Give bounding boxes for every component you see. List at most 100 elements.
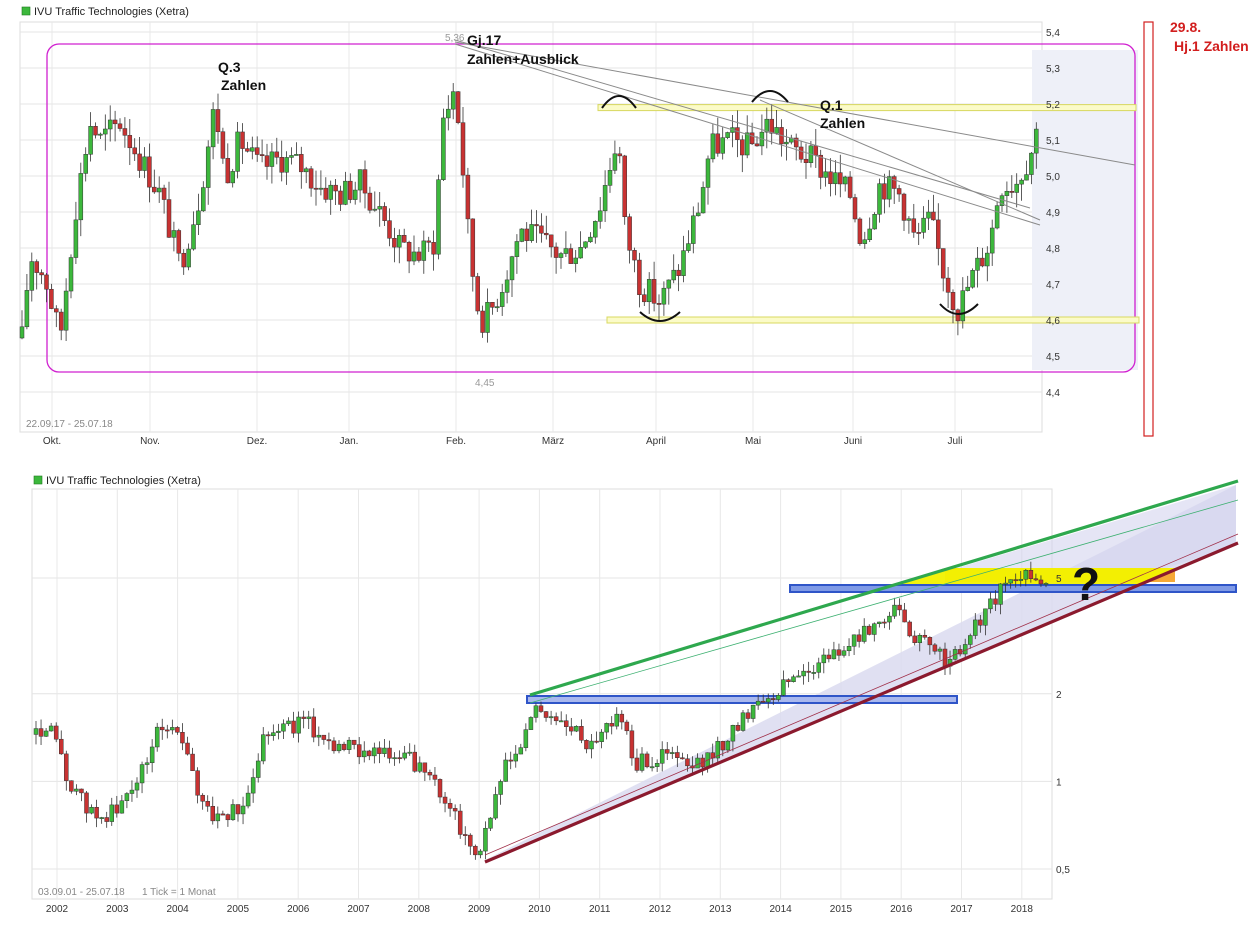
- candle-body: [725, 132, 730, 138]
- candle-body: [495, 306, 500, 309]
- candle-body: [215, 109, 221, 132]
- candle-body: [303, 168, 309, 173]
- candle-body: [524, 228, 529, 241]
- candle-body: [1024, 174, 1029, 181]
- candle-body: [624, 721, 630, 732]
- candle-body: [245, 792, 251, 807]
- candle-body: [271, 732, 276, 736]
- candle-body: [666, 279, 672, 289]
- candle-body: [372, 747, 377, 757]
- candle-body: [715, 133, 721, 154]
- candle-body: [392, 757, 397, 760]
- candle-body: [190, 753, 195, 771]
- candle-body: [771, 698, 776, 700]
- x-tick-label: 2011: [589, 904, 611, 915]
- candle-body: [63, 290, 69, 331]
- candle-body: [259, 154, 265, 156]
- candle-body: [296, 716, 301, 734]
- candle-body: [735, 725, 741, 731]
- x-tick-label: 2012: [649, 904, 672, 915]
- candle-body: [574, 726, 579, 732]
- candle-body: [681, 250, 686, 276]
- y-tick-label: 1: [1056, 777, 1062, 788]
- panel2-legend-swatch: [33, 475, 43, 485]
- candle-body: [877, 621, 882, 624]
- candle-body: [323, 187, 329, 200]
- candle-body: [816, 662, 821, 673]
- candle-body: [891, 176, 897, 189]
- candle-body: [1013, 579, 1018, 582]
- candle-body: [147, 156, 152, 188]
- y-tick-label: 5,3: [1046, 64, 1060, 75]
- candle-body: [887, 615, 892, 623]
- x-tick-label: Feb.: [446, 436, 466, 447]
- candle-body: [632, 250, 637, 261]
- candle-body: [983, 608, 988, 626]
- candle-body: [165, 729, 170, 732]
- candle-body: [960, 290, 966, 322]
- candle-body: [316, 734, 322, 738]
- candle-body: [306, 716, 311, 719]
- candle-body: [902, 609, 907, 623]
- candle-body: [412, 751, 417, 772]
- candle-body: [196, 210, 201, 225]
- candle-body: [847, 176, 853, 198]
- candle-body: [842, 176, 848, 185]
- candle-body: [661, 287, 667, 305]
- candle-body: [882, 183, 887, 200]
- candle-body: [210, 806, 215, 822]
- candle-body: [1043, 583, 1049, 585]
- candle-body: [417, 762, 423, 772]
- candle-body: [367, 750, 372, 757]
- candle-body: [119, 800, 125, 814]
- candle-body: [276, 730, 281, 733]
- candle-body: [867, 228, 872, 240]
- candle-body: [744, 132, 750, 156]
- candle-body: [563, 248, 569, 254]
- candle-body: [867, 625, 872, 635]
- y-tick-label: 4,5: [1046, 352, 1060, 363]
- blue-zone-lower: [526, 695, 958, 704]
- candle-body: [607, 170, 613, 186]
- candle-body: [416, 251, 422, 261]
- candle-body: [29, 261, 35, 291]
- blue-zone-upper: [789, 584, 1237, 593]
- candle-body: [291, 720, 296, 734]
- candle-body: [69, 780, 74, 792]
- x-tick-label: Okt.: [43, 436, 61, 447]
- candle-body: [73, 219, 79, 258]
- candle-body: [872, 214, 877, 230]
- candle-body: [447, 803, 453, 809]
- candle-body: [235, 804, 241, 815]
- y-tick-label: 5,2: [1046, 100, 1060, 111]
- candle-body: [475, 276, 480, 312]
- candle-body: [154, 726, 160, 748]
- panel2-question-mark: ?: [1072, 558, 1100, 610]
- candle-body: [129, 789, 135, 794]
- candle-body: [74, 788, 79, 792]
- candle-body: [940, 248, 946, 279]
- candle-body: [313, 187, 319, 190]
- candle-body: [49, 288, 54, 309]
- candle-body: [266, 734, 271, 737]
- candle-body: [513, 753, 518, 762]
- candle-body: [79, 788, 84, 794]
- candle-body: [170, 727, 175, 731]
- candle-body: [421, 240, 427, 261]
- candle-body: [523, 729, 529, 748]
- candle-body: [646, 279, 652, 303]
- candle-body: [200, 794, 205, 802]
- candle-body: [112, 119, 118, 125]
- candle-body: [48, 725, 54, 732]
- candle-body: [968, 635, 973, 645]
- candle-body: [921, 217, 926, 233]
- candle-body: [965, 286, 970, 291]
- candle-body: [490, 302, 495, 308]
- candle-body: [450, 91, 456, 110]
- candle-body: [299, 154, 304, 173]
- candle-body: [975, 257, 980, 271]
- candle-body: [583, 241, 588, 248]
- panel2-x-axis: 2002 2003 2004 2005 2006 2007 2008 2009 2010 2011…: [46, 904, 1033, 915]
- candle-body: [504, 279, 510, 293]
- candle-body: [351, 739, 357, 745]
